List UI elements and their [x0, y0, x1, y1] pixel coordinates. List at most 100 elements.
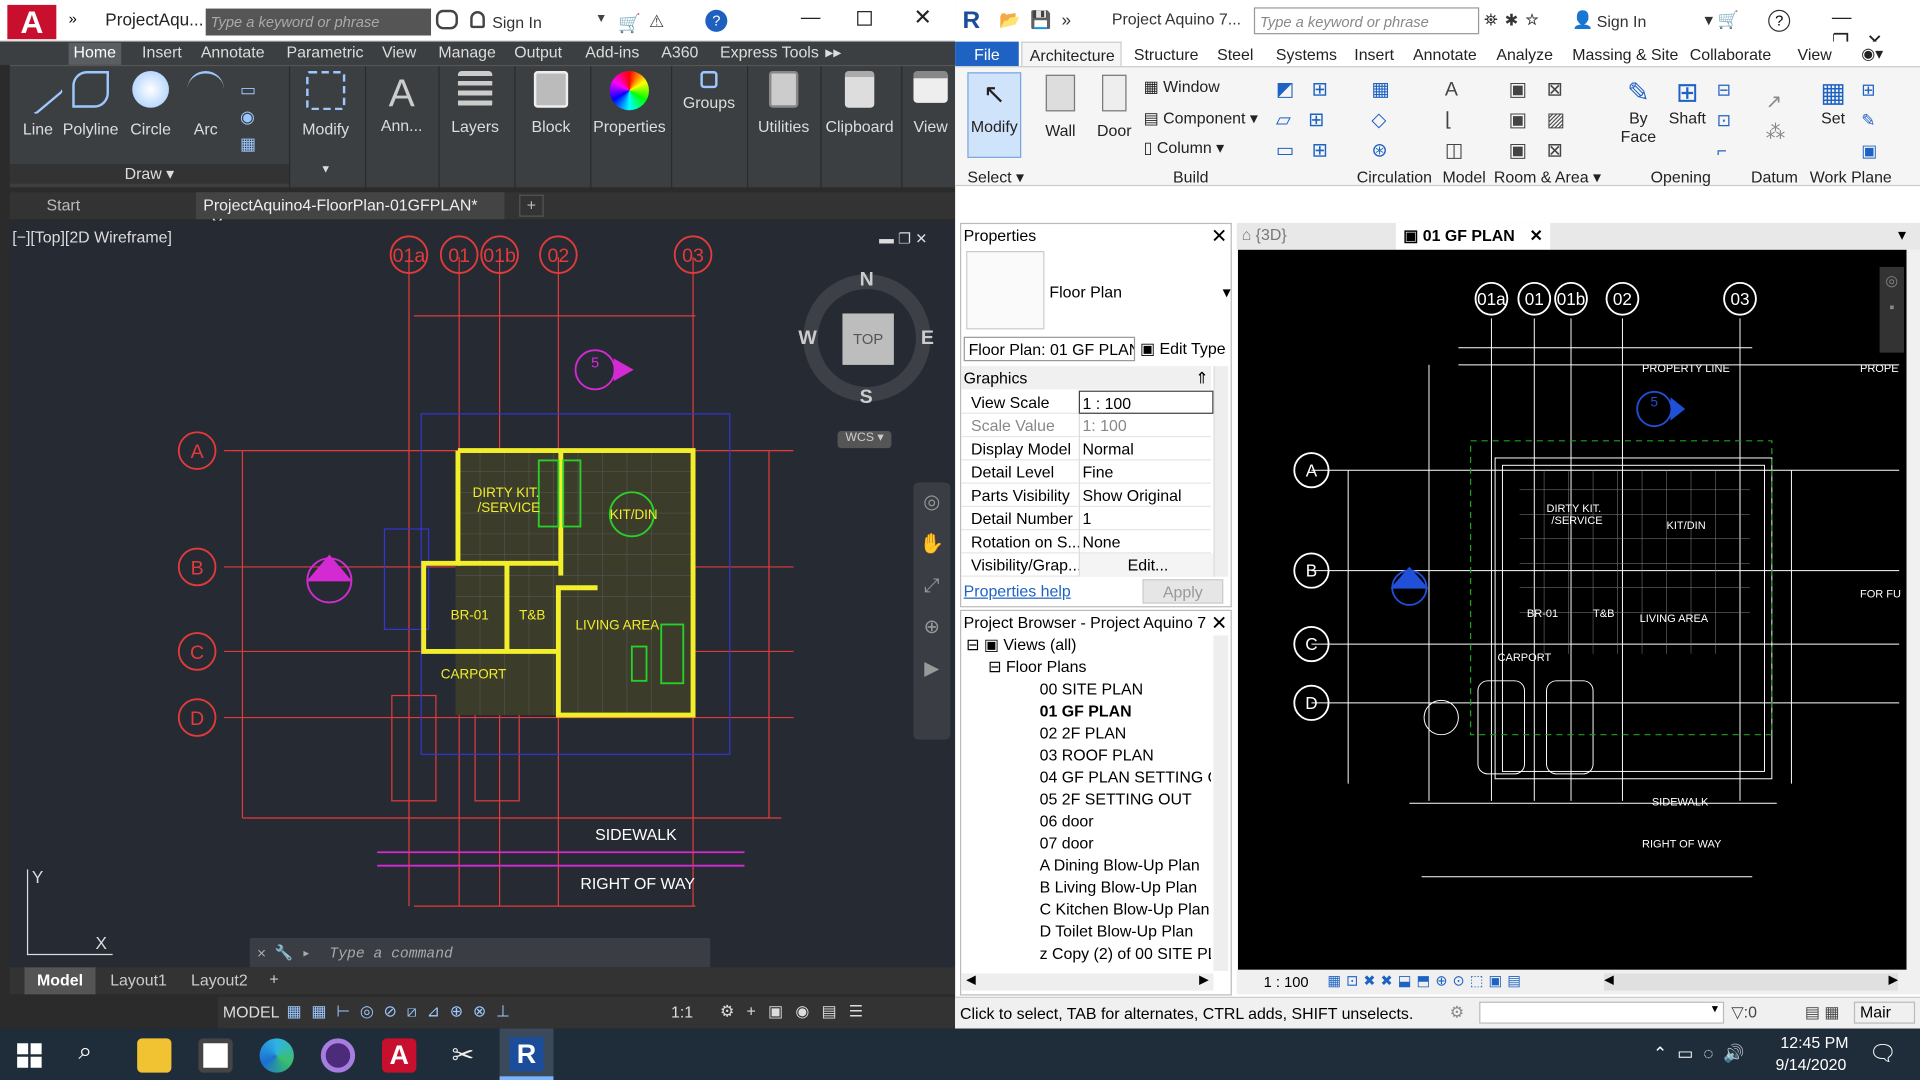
- properties-help-link[interactable]: Properties help: [964, 582, 1071, 600]
- view-scale[interactable]: 1 : 100: [1264, 973, 1309, 990]
- drawing-tab[interactable]: ProjectAquino4-FloorPlan-01GFPLAN* ✕: [195, 192, 505, 233]
- column-button[interactable]: ▯ Column ▾: [1144, 138, 1224, 158]
- new-tab-button[interactable]: +: [519, 194, 544, 217]
- tab-01-gf-plan[interactable]: ▣ 01 GF PLAN ✕: [1395, 222, 1551, 250]
- tree-item[interactable]: D Toilet Blow-Up Plan: [1040, 922, 1194, 940]
- tab-annotate[interactable]: Annotate: [1413, 45, 1477, 63]
- component-button[interactable]: ▤ Component ▾: [1144, 109, 1258, 129]
- opening-icons[interactable]: ⊟ ⊡ ⌐: [1717, 75, 1731, 167]
- clipboard-panel[interactable]: Clipboard: [823, 71, 896, 136]
- quick-access-overflow-icon[interactable]: »: [69, 10, 77, 27]
- close-button[interactable]: ✕: [913, 5, 931, 31]
- user-icon[interactable]: [470, 11, 485, 29]
- door-button[interactable]: Door: [1090, 72, 1139, 140]
- file-explorer-icon[interactable]: [137, 1038, 172, 1073]
- tor-browser-icon[interactable]: [320, 1038, 356, 1073]
- revit-sign-in[interactable]: Sign In: [1597, 12, 1647, 30]
- revit-taskbar-icon[interactable]: R: [499, 1028, 554, 1080]
- autocad-app-button[interactable]: A: [7, 4, 57, 39]
- viewcube-top-face[interactable]: TOP: [842, 313, 894, 365]
- tab-collaborate[interactable]: Collaborate: [1690, 45, 1771, 63]
- autodesk-icon[interactable]: ⚠: [649, 11, 664, 32]
- tree-item[interactable]: B Living Blow-Up Plan: [1040, 878, 1198, 896]
- prop-row[interactable]: View Scale 1 : 100: [961, 390, 1214, 414]
- add-layout-button[interactable]: +: [269, 970, 278, 988]
- tab-view[interactable]: View: [1798, 45, 1832, 63]
- navigation-bar[interactable]: ◎ ✋ ⤢ ⊕ ▶: [913, 482, 951, 740]
- help-icon[interactable]: ?: [705, 9, 728, 32]
- tree-item[interactable]: A Dining Blow-Up Plan: [1040, 856, 1200, 874]
- build-extra-icons[interactable]: ◩⊞ ▱⊞ ▭⊞: [1276, 75, 1345, 167]
- start-button[interactable]: [17, 1043, 42, 1068]
- tab-architecture[interactable]: Architecture: [1021, 41, 1122, 67]
- ribbon-overflow-icon[interactable]: ▸▸: [820, 43, 846, 63]
- wcs-menu[interactable]: WCS ▾: [837, 431, 892, 449]
- by-face-button[interactable]: ✎ By Face: [1616, 77, 1660, 146]
- tree-item[interactable]: 07 door: [1040, 834, 1094, 852]
- view-vertical-scrollbar[interactable]: [1906, 249, 1920, 970]
- command-line[interactable]: ✕ 🔧 ▸ Type a command: [249, 937, 711, 968]
- revit-floor-plan-view[interactable]: 01a 01 01b 02 03 A B C D PROPERTY LINE D…: [1237, 249, 1907, 970]
- prop-row[interactable]: Rotation on S... None: [961, 530, 1212, 554]
- close-view-tab-icon[interactable]: ✕: [1530, 227, 1543, 247]
- revit-help-icon[interactable]: ?: [1768, 9, 1791, 32]
- chevron-down-icon[interactable]: ▼: [595, 12, 607, 25]
- tab-insert[interactable]: Insert: [1354, 45, 1394, 63]
- tree-item[interactable]: 05 2F SETTING OUT: [1040, 790, 1192, 808]
- command-input[interactable]: Type a command: [329, 945, 452, 962]
- revit-search-input[interactable]: Type a keyword or phrase: [1253, 7, 1480, 35]
- room-area-icons[interactable]: ▣⊠ ▣▨ ▣⊠: [1509, 75, 1585, 167]
- panel-label-select[interactable]: Select ▾: [967, 168, 1024, 188]
- browser-hscroll[interactable]: ◀ ▶: [961, 973, 1214, 991]
- tab-model[interactable]: Model: [24, 967, 96, 995]
- clock-date[interactable]: 9/14/2020: [1776, 1056, 1847, 1074]
- revit-user-icon[interactable]: 👤: [1572, 10, 1593, 31]
- autocad-search-input[interactable]: Type a keyword or phrase: [205, 8, 432, 36]
- edit-type-button[interactable]: ▣ Edit Type: [1140, 339, 1226, 359]
- utilities-panel[interactable]: Utilities: [749, 71, 818, 136]
- tab-parametric[interactable]: Parametric: [282, 43, 369, 61]
- shaft-button[interactable]: ⊞ Shaft: [1665, 77, 1709, 127]
- tab-annotate[interactable]: Annotate: [196, 43, 270, 61]
- tab-express-tools[interactable]: Express Tools: [715, 43, 824, 61]
- prop-row[interactable]: Parts Visibility Show Original: [961, 483, 1212, 507]
- layers-panel[interactable]: Layers: [441, 71, 510, 136]
- tool-icon[interactable]: ✂: [446, 1038, 480, 1072]
- store-icon[interactable]: [198, 1038, 233, 1073]
- cart-icon[interactable]: 🛒: [618, 12, 641, 34]
- tree-floor-plans[interactable]: ⊟ Floor Plans: [988, 658, 1086, 678]
- circle-tool[interactable]: Circle: [125, 71, 176, 138]
- tab-structure[interactable]: Structure: [1134, 45, 1199, 63]
- edge-icon[interactable]: [259, 1038, 294, 1073]
- browser-vscroll[interactable]: [1213, 635, 1229, 972]
- window-button[interactable]: ▦ Window: [1144, 77, 1220, 97]
- tab-a360[interactable]: A360: [656, 43, 703, 61]
- apply-button[interactable]: Apply: [1142, 579, 1224, 604]
- maximize-button[interactable]: [857, 11, 872, 26]
- circulation-icons[interactable]: ▦ ◇ ⊛: [1371, 75, 1390, 167]
- tab-home[interactable]: Home: [68, 42, 121, 65]
- tab-3d-view[interactable]: ⌂ {3D}: [1242, 225, 1396, 243]
- line-tool[interactable]: Line: [12, 63, 64, 138]
- polyline-tool[interactable]: Polyline: [61, 71, 120, 138]
- tree-item[interactable]: 02 2F PLAN: [1040, 724, 1127, 742]
- view-tabs-menu-icon[interactable]: ▾: [1898, 225, 1906, 245]
- datum-icons[interactable]: ↗ ⁂: [1766, 87, 1786, 148]
- notifications-icon[interactable]: 🗨: [1869, 1041, 1897, 1067]
- revit-toolbar-icons[interactable]: ⛯✱☆: [1484, 10, 1546, 31]
- viewcube[interactable]: TOP: [803, 274, 931, 402]
- tree-item[interactable]: 03 ROOF PLAN: [1040, 746, 1154, 764]
- binoculars-icon[interactable]: [435, 9, 458, 30]
- model-icons[interactable]: A ⌊ ◫: [1445, 75, 1464, 167]
- properties-scrollbar[interactable]: [1213, 366, 1229, 577]
- view-hscroll[interactable]: ◀ ▶: [1604, 973, 1898, 991]
- autocad-drawing-area[interactable]: [−][Top][2D Wireframe] ▬ ❐ ✕ 01a 01 01b …: [9, 220, 956, 968]
- panel-label-room-area[interactable]: Room & Area ▾: [1494, 168, 1601, 188]
- prop-row[interactable]: Visibility/Grap... Edit...: [961, 553, 1214, 577]
- wall-button[interactable]: Wall: [1036, 72, 1085, 140]
- status-toggles[interactable]: ▦▦⊢◎⊘⧄⊿⊕⊗⊥: [287, 1002, 520, 1022]
- command-close-icon[interactable]: ✕ 🔧 ▸: [257, 945, 311, 962]
- tree-item[interactable]: 00 SITE PLAN: [1040, 680, 1144, 698]
- steering-wheel-icons[interactable]: ◎ ▪: [1879, 266, 1905, 353]
- main-model-dropdown[interactable]: Mair: [1853, 1001, 1916, 1024]
